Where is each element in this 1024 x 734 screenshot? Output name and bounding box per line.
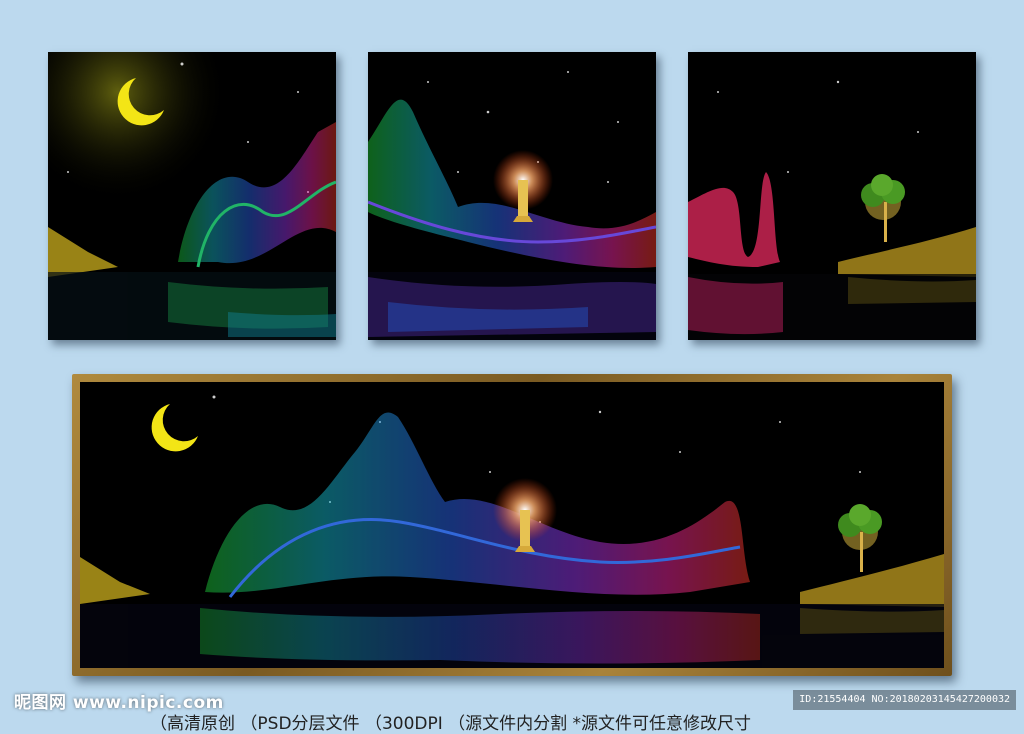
image-id-badge: ID:21554404 NO:20180203145427200032 xyxy=(793,690,1016,710)
water-reflection xyxy=(48,272,336,340)
water-reflection xyxy=(688,274,976,340)
canvas-panel-wide xyxy=(80,382,944,668)
water-reflection xyxy=(80,604,944,668)
canvas-panel-right xyxy=(688,52,976,340)
framed-canvas xyxy=(72,374,952,676)
canvas-panel-middle xyxy=(368,52,656,340)
water-reflection xyxy=(368,272,656,340)
canvas-panel-left xyxy=(48,52,336,340)
feature-caption: （高清原创 （PSD分层文件 （300DPI （源文件内分割 *源文件可任意修改… xyxy=(150,714,752,734)
